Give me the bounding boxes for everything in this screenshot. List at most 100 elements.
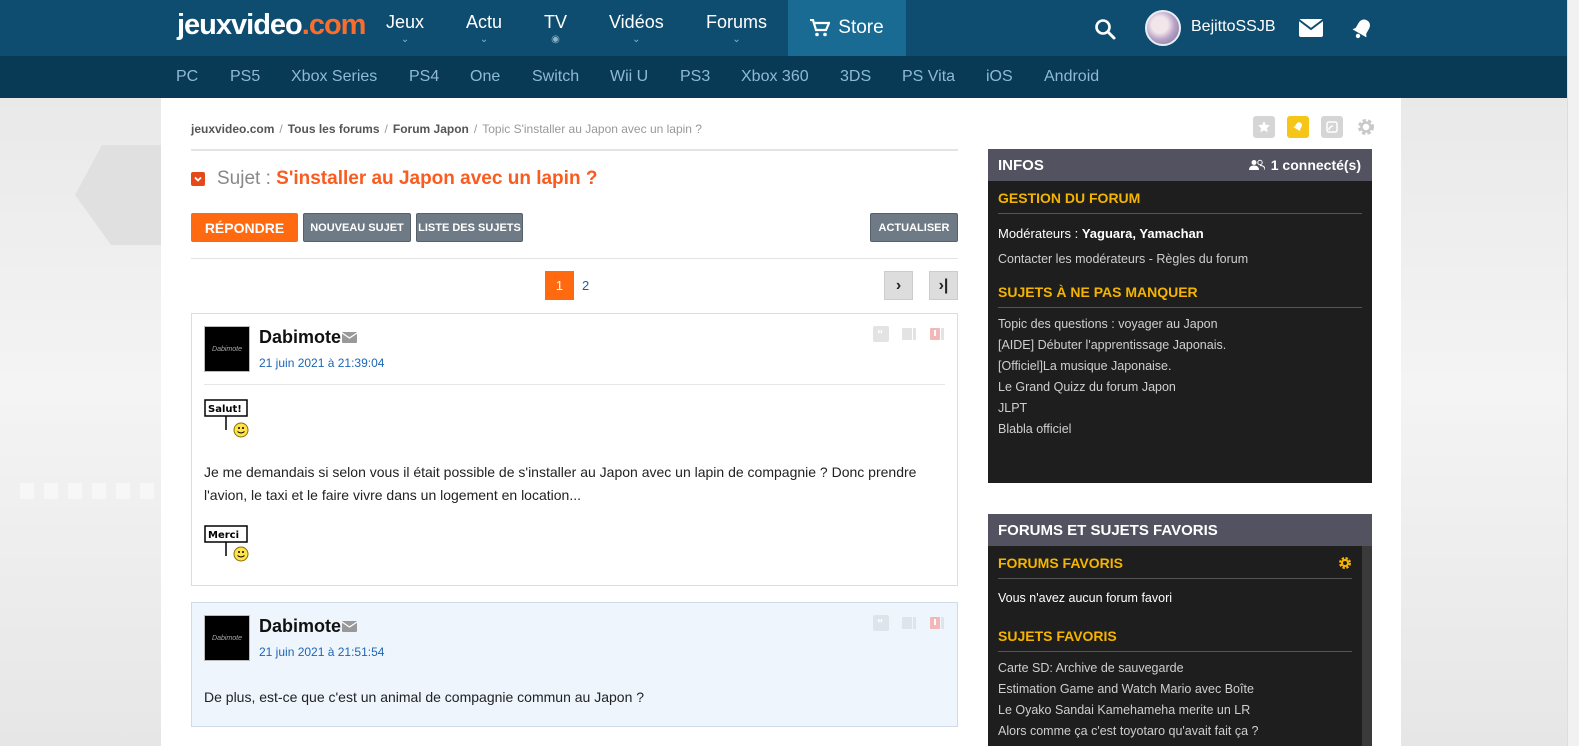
background-pattern xyxy=(20,483,160,499)
private-message-icon[interactable] xyxy=(342,621,357,632)
post-body: De plus, est-ce que c'est un animal de c… xyxy=(204,689,645,705)
must-see-item[interactable]: Le Grand Quizz du forum Japon xyxy=(988,377,1372,398)
platform-ps3[interactable]: PS3 xyxy=(680,68,710,86)
platform-ps-vita[interactable]: PS Vita xyxy=(902,68,955,86)
platform-xbox-series[interactable]: Xbox Series xyxy=(291,68,377,86)
favorite-topic-item[interactable]: Carte SD: Archive de sauvegarde xyxy=(988,658,1362,679)
subject-label: Sujet : xyxy=(217,168,271,189)
moderators-label: Modérateurs : xyxy=(998,226,1079,241)
follow-bell-icon[interactable] xyxy=(1287,116,1309,138)
favorites-box: Forums et sujets favoris Forums favoris … xyxy=(988,514,1372,746)
forum-post: Dabimote Dabimote 21 juin 2021 à 21:39:0… xyxy=(191,313,958,586)
platform-navigation: PC PS5 Xbox Series PS4 One Switch Wii U … xyxy=(0,56,1579,98)
nav-tv[interactable]: TV ◉ xyxy=(544,12,567,45)
topic-subject: Sujet : S'installer au Japon avec un lap… xyxy=(191,168,597,190)
forums-favorites-title: Forums favoris xyxy=(998,546,1352,579)
forum-post: Dabimote Dabimote 21 juin 2021 à 21:51:5… xyxy=(191,602,958,727)
author-name[interactable]: Dabimote xyxy=(259,616,341,637)
post-actions: " xyxy=(873,615,945,631)
quote-icon[interactable]: " xyxy=(873,615,889,631)
favorites-title: Forums et sujets favoris xyxy=(998,521,1218,539)
store-button[interactable]: Store xyxy=(788,0,906,56)
favorite-topic-item[interactable]: Alors comme ça c'est toyotaro qu'avait f… xyxy=(988,721,1362,742)
platform-wii-u[interactable]: Wii U xyxy=(610,68,648,86)
page-2-link[interactable]: 2 xyxy=(582,278,589,293)
new-topic-button[interactable]: Nouveau sujet xyxy=(303,213,411,242)
breadcrumb-separator: / xyxy=(473,122,478,136)
settings-gear-icon[interactable] xyxy=(1355,116,1377,138)
nav-forums[interactable]: Forums ⌄ xyxy=(706,12,767,45)
author-avatar[interactable]: Dabimote xyxy=(204,615,250,661)
page-1-current[interactable]: 1 xyxy=(545,271,574,300)
moderators-line: Modérateurs : Yaguara, Yamachan xyxy=(988,223,1372,244)
author-avatar[interactable]: Dabimote xyxy=(204,326,250,372)
platform-ios[interactable]: iOS xyxy=(986,68,1013,86)
post-date[interactable]: 21 juin 2021 à 21:39:04 xyxy=(259,356,384,370)
username[interactable]: BejittoSSJB xyxy=(1191,18,1275,36)
live-dot-icon: ◉ xyxy=(551,34,560,45)
favorite-topic-item[interactable]: Estimation Game and Watch Mario avec Boî… xyxy=(988,679,1362,700)
topic-menu-toggle-icon[interactable] xyxy=(191,172,205,186)
store-label: Store xyxy=(838,17,884,38)
nav-jeux[interactable]: Jeux ⌄ xyxy=(386,12,424,45)
private-message-icon[interactable] xyxy=(342,332,357,343)
topic-list-button[interactable]: Liste des sujets xyxy=(416,213,523,242)
post-separator xyxy=(204,384,945,385)
breadcrumb-home[interactable]: jeuxvideo.com xyxy=(191,122,274,136)
platform-ps5[interactable]: PS5 xyxy=(230,68,260,86)
favorites-settings-gear-icon[interactable] xyxy=(1338,556,1352,570)
chevron-down-icon: ⌄ xyxy=(632,34,641,45)
rss-icon[interactable] xyxy=(1321,116,1343,138)
moderators-names[interactable]: Yaguara, Yamachan xyxy=(1082,226,1204,241)
report-icon[interactable] xyxy=(929,326,945,342)
infos-header: Infos 1 connecté(s) xyxy=(988,149,1372,181)
quote-icon[interactable]: " xyxy=(873,326,889,342)
nav-label: Vidéos xyxy=(609,12,664,32)
platform-3ds[interactable]: 3DS xyxy=(840,68,871,86)
user-avatar[interactable] xyxy=(1145,10,1181,46)
must-see-item[interactable]: Blabla officiel xyxy=(988,419,1372,440)
post-actions: " xyxy=(873,326,945,342)
report-icon[interactable] xyxy=(929,615,945,631)
breadcrumb-separator: / xyxy=(384,122,388,136)
favorite-topic-item[interactable]: Le Oyako Sandai Kamehameha merite un LR xyxy=(988,700,1362,721)
must-see-item[interactable]: [AIDE] Débuter l'apprentissage Japonais. xyxy=(988,335,1372,356)
post-date[interactable]: 21 juin 2021 à 21:51:54 xyxy=(259,645,384,659)
nav-label: TV xyxy=(544,12,568,32)
svg-text:": " xyxy=(877,328,883,342)
blacklist-icon[interactable] xyxy=(901,615,917,631)
last-page-button[interactable]: ›| xyxy=(929,271,958,300)
search-icon[interactable] xyxy=(1093,17,1117,41)
must-see-item[interactable]: [Officiel]La musique Japonaise. xyxy=(988,356,1372,377)
site-logo[interactable]: jeuxvideo.com xyxy=(177,9,366,42)
must-see-list: Topic des questions : voyager au Japon [… xyxy=(988,314,1372,440)
breadcrumb-all-forums[interactable]: Tous les forums xyxy=(288,122,380,136)
platform-android[interactable]: Android xyxy=(1044,68,1099,86)
reply-button[interactable]: Répondre xyxy=(191,213,298,242)
platform-one[interactable]: One xyxy=(470,68,500,86)
nav-label: Forums xyxy=(706,12,768,32)
next-page-button[interactable]: › xyxy=(884,271,913,300)
platform-switch[interactable]: Switch xyxy=(532,68,579,86)
page-scrollbar[interactable] xyxy=(1567,0,1579,746)
breadcrumb-forum-japon[interactable]: Forum Japon xyxy=(393,122,469,136)
smiley-salut-icon: Salut! xyxy=(204,399,249,438)
platform-xbox-360[interactable]: Xbox 360 xyxy=(741,68,809,86)
nav-actu[interactable]: Actu ⌄ xyxy=(466,12,502,45)
must-see-item[interactable]: Topic des questions : voyager au Japon xyxy=(988,314,1372,335)
refresh-button[interactable]: Actualiser xyxy=(870,213,958,242)
chevron-down-icon: ⌄ xyxy=(479,34,489,45)
notification-bell-icon[interactable] xyxy=(1349,16,1375,42)
smiley-merci-text: Merci xyxy=(208,530,239,541)
platform-pc[interactable]: PC xyxy=(176,68,198,86)
favorite-star-icon[interactable] xyxy=(1253,116,1275,138)
moderator-links[interactable]: Contacter les modérateurs - Règles du fo… xyxy=(988,249,1372,270)
breadcrumb-current: Topic S'installer au Japon avec un lapin… xyxy=(482,122,702,136)
must-see-item[interactable]: JLPT xyxy=(988,398,1372,419)
favorites-scrollbar[interactable] xyxy=(1362,546,1372,746)
platform-ps4[interactable]: PS4 xyxy=(409,68,439,86)
mail-icon[interactable] xyxy=(1298,18,1324,38)
blacklist-icon[interactable] xyxy=(901,326,917,342)
author-name[interactable]: Dabimote xyxy=(259,327,341,348)
nav-videos[interactable]: Vidéos ⌄ xyxy=(609,12,664,45)
